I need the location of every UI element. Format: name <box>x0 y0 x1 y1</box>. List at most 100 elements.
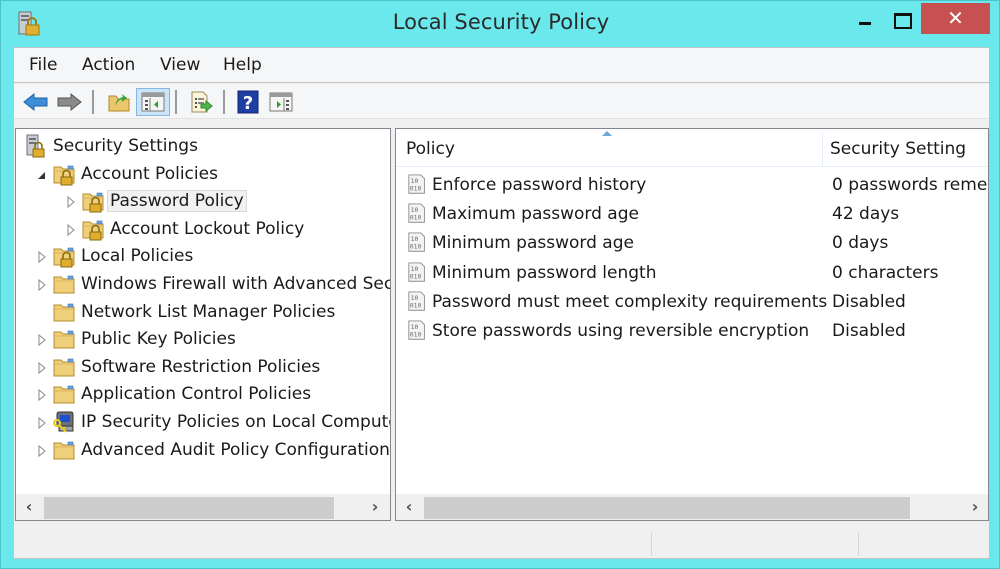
tree-item[interactable]: IP Security Policies on Local Computer <box>16 410 390 436</box>
tree-item-label: Network List Manager Policies <box>81 301 336 322</box>
list-horizontal-scrollbar[interactable]: ‹ › <box>396 494 988 520</box>
show-hide-console-tree-button[interactable] <box>136 88 170 116</box>
tree-item-label: Security Settings <box>53 136 198 156</box>
tree-item-label: Account Policies <box>81 163 218 184</box>
policy-setting: Disabled <box>832 291 906 312</box>
tree-collapsed-icon[interactable] <box>36 250 48 264</box>
folder-icon <box>53 275 75 294</box>
policy-row[interactable]: 10 010 Store passwords using reversible en… <box>396 317 988 346</box>
title-bar[interactable]: Local Security Policy ✕ <box>1 1 1000 47</box>
tree-item[interactable]: Public Key Policies <box>16 327 390 353</box>
up-one-level-button[interactable] <box>102 88 136 116</box>
maximize-button[interactable] <box>886 3 926 34</box>
tree-item[interactable]: Network List Manager Policies <box>16 300 390 326</box>
tree-item[interactable]: Account Policies <box>16 162 390 188</box>
menu-help[interactable]: Help <box>223 55 262 75</box>
tree-item-label: Advanced Audit Policy Configuration <box>81 439 390 460</box>
ip-security-computer-icon <box>53 411 74 433</box>
column-header-policy[interactable]: Policy <box>406 139 455 159</box>
status-divider <box>858 532 859 556</box>
policy-name: Minimum password age <box>432 233 634 254</box>
menu-action[interactable]: Action <box>82 55 135 75</box>
tree-collapsed-icon[interactable] <box>36 388 48 402</box>
tree-collapsed-icon[interactable] <box>36 444 48 458</box>
console-tree-pane: Security Settings Account Policies Passwor… <box>15 128 391 521</box>
policy-list-pane: Policy Security Setting 10 010 Enforce pas… <box>395 128 989 521</box>
policy-setting: 0 days <box>832 233 889 254</box>
locked-folder-icon <box>53 248 75 268</box>
column-header-security-setting[interactable]: Security Setting <box>830 139 966 159</box>
locked-folder-icon <box>82 220 104 241</box>
policy-row[interactable]: 10 010 Minimum password length 0 characters <box>396 259 988 288</box>
policy-row[interactable]: 10 010 Maximum password age 42 days <box>396 200 988 229</box>
policy-row[interactable]: 10 010 Enforce password history 0 passwords… <box>396 171 988 200</box>
tree-item[interactable]: Password Policy <box>16 189 390 215</box>
binary-policy-icon: 10010 <box>408 291 425 311</box>
tree-item-label: Windows Firewall with Advanced Security <box>81 274 390 294</box>
tree-item-label: Software Restriction Policies <box>81 356 321 377</box>
scroll-left-icon[interactable]: ‹ <box>20 496 38 518</box>
tree-collapsed-icon[interactable] <box>36 278 48 292</box>
policy-name: Store passwords using reversible encrypt… <box>432 321 810 341</box>
tree-item[interactable]: Account Lockout Policy <box>16 217 390 243</box>
tree-item[interactable]: Advanced Audit Policy Configuration <box>16 438 390 464</box>
folder-icon <box>53 303 75 322</box>
tree-expanded-icon[interactable] <box>36 168 48 182</box>
list-scroll-thumb[interactable] <box>424 497 910 519</box>
binary-policy-icon: 10010 <box>408 203 425 223</box>
tree-item[interactable]: Windows Firewall with Advanced Security <box>16 272 390 298</box>
export-list-button[interactable] <box>184 88 218 116</box>
list-header: Policy Security Setting <box>396 129 988 167</box>
folder-icon <box>53 358 75 377</box>
export-list-icon <box>191 91 213 113</box>
tree-collapsed-icon[interactable] <box>36 361 48 375</box>
folder-icon <box>53 441 75 460</box>
policy-row[interactable]: 10 010 Minimum password age 0 days <box>396 229 988 258</box>
arrow-right-icon <box>57 92 82 112</box>
toolbar-separator <box>92 90 94 114</box>
tree-item[interactable]: Security Settings <box>16 134 390 160</box>
toolbar-separator <box>223 90 225 114</box>
svg-text:010: 010 <box>410 301 422 309</box>
console-tree-icon <box>141 92 165 112</box>
policy-name: Minimum password length <box>432 262 657 283</box>
locked-folder-icon <box>53 165 75 186</box>
tree-item-label: Public Key Policies <box>81 329 236 350</box>
show-hide-action-pane-button[interactable] <box>264 88 298 116</box>
sort-ascending-icon <box>602 131 612 136</box>
tree-collapsed-icon[interactable] <box>65 195 77 209</box>
tree-item-label: IP Security Policies on Local Computer <box>81 412 390 432</box>
forward-button[interactable] <box>52 88 86 116</box>
scroll-right-icon[interactable]: › <box>966 496 984 518</box>
svg-text:010: 010 <box>410 214 422 222</box>
tree-item[interactable]: Local Policies <box>16 244 390 270</box>
policy-setting: 0 characters <box>832 262 939 283</box>
policy-name: Enforce password history <box>432 175 647 195</box>
menu-file[interactable]: File <box>29 55 57 75</box>
menu-view[interactable]: View <box>160 55 200 75</box>
policy-setting: 42 days <box>832 204 900 225</box>
console-tree: Security Settings Account Policies Passwor… <box>16 129 390 490</box>
security-settings-icon <box>26 134 45 158</box>
close-button[interactable]: ✕ <box>921 3 990 34</box>
tree-collapsed-icon[interactable] <box>36 333 48 347</box>
help-button[interactable]: ? <box>231 88 265 116</box>
locked-folder-icon <box>82 192 104 213</box>
tree-collapsed-icon[interactable] <box>36 416 48 430</box>
folder-icon <box>53 330 75 349</box>
scroll-right-icon[interactable]: › <box>366 496 384 518</box>
tree-item[interactable]: Software Restriction Policies <box>16 355 390 381</box>
tree-scroll-thumb[interactable] <box>44 497 334 519</box>
status-divider <box>651 532 652 556</box>
tree-horizontal-scrollbar[interactable]: ‹ › <box>16 494 390 520</box>
tree-item-label: Account Lockout Policy <box>110 218 305 239</box>
scroll-left-icon[interactable]: ‹ <box>400 496 418 518</box>
tree-collapsed-icon[interactable] <box>65 223 77 237</box>
column-divider[interactable] <box>822 133 823 167</box>
back-button[interactable] <box>19 88 53 116</box>
svg-text:010: 010 <box>410 243 422 251</box>
binary-policy-icon: 10010 <box>408 174 425 194</box>
policy-row[interactable]: 10 010 Password must meet complexity requi… <box>396 288 988 317</box>
minimize-button[interactable] <box>846 3 886 34</box>
tree-item[interactable]: Application Control Policies <box>16 382 390 408</box>
